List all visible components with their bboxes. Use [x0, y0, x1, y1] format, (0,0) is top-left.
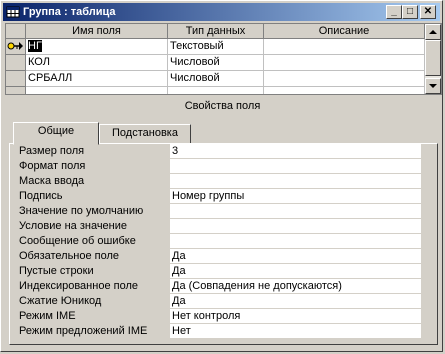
- property-row[interactable]: Режим предложений IME Нет: [19, 324, 421, 339]
- field-grid: Имя поля Тип данных Описание НГ Текстовы…: [5, 23, 442, 95]
- description-cell[interactable]: [264, 71, 425, 87]
- field-name-cell[interactable]: СРБАЛЛ: [26, 71, 168, 87]
- property-label: Режим IME: [19, 310, 76, 322]
- property-row[interactable]: Сжатие Юникод Да: [19, 294, 421, 309]
- property-label: Индексированное поле: [19, 280, 138, 292]
- title-bar[interactable]: Группа : таблица _ □ ✕: [3, 3, 440, 21]
- property-value[interactable]: [170, 219, 421, 234]
- property-label: Режим предложений IME: [19, 325, 148, 337]
- grid-header: Имя поля Тип данных Описание: [6, 24, 425, 39]
- table-row[interactable]: СРБАЛЛ Числовой: [6, 71, 425, 87]
- property-value[interactable]: Да: [170, 294, 421, 309]
- table-row[interactable]: [6, 87, 425, 94]
- column-header-data-type[interactable]: Тип данных: [168, 24, 264, 39]
- row-selector[interactable]: [6, 71, 26, 87]
- property-label: Сжатие Юникод: [19, 295, 102, 307]
- property-row[interactable]: Маска ввода: [19, 174, 421, 189]
- property-row[interactable]: Размер поля 3: [19, 144, 421, 159]
- scroll-thumb[interactable]: [425, 40, 441, 76]
- property-label: Маска ввода: [19, 175, 85, 187]
- scroll-up-button[interactable]: [425, 24, 441, 40]
- table-icon: [6, 6, 20, 18]
- property-value[interactable]: Номер группы: [170, 189, 421, 204]
- property-label: Размер поля: [19, 145, 85, 157]
- property-label: Пустые строки: [19, 265, 94, 277]
- property-row[interactable]: Условие на значение: [19, 219, 421, 234]
- data-type-cell[interactable]: Текстовый: [168, 39, 264, 55]
- maximize-button[interactable]: □: [402, 5, 418, 19]
- property-row[interactable]: Подпись Номер группы: [19, 189, 421, 204]
- tab-general[interactable]: Общие: [13, 122, 99, 145]
- field-name-value: НГ: [28, 40, 42, 52]
- property-value[interactable]: Да (Совпадения не допускаются): [170, 279, 421, 294]
- description-cell[interactable]: [264, 55, 425, 71]
- grid-vertical-scrollbar[interactable]: [425, 24, 441, 94]
- row-selector[interactable]: [6, 87, 26, 94]
- table-design-window: Группа : таблица _ □ ✕ Имя поля Тип данн…: [0, 0, 443, 352]
- table-row[interactable]: НГ Текстовый: [6, 39, 425, 55]
- data-type-cell[interactable]: Числовой: [168, 71, 264, 87]
- primary-key-icon: [7, 42, 23, 50]
- description-cell[interactable]: [264, 87, 425, 94]
- property-row[interactable]: Режим IME Нет контроля: [19, 309, 421, 324]
- field-properties-label: Свойства поля: [184, 100, 261, 112]
- field-name-cell[interactable]: [26, 87, 168, 94]
- property-label: Подпись: [19, 190, 63, 202]
- property-label: Условие на значение: [19, 220, 128, 232]
- property-value[interactable]: [170, 234, 421, 249]
- data-type-cell[interactable]: Числовой: [168, 55, 264, 71]
- property-value[interactable]: Да: [170, 249, 421, 264]
- row-selector[interactable]: [6, 39, 26, 55]
- tab-lookup[interactable]: Подстановка: [99, 124, 191, 144]
- property-row[interactable]: Обязательное поле Да: [19, 249, 421, 264]
- property-value[interactable]: [170, 159, 421, 174]
- property-value[interactable]: Нет: [170, 324, 421, 339]
- property-value[interactable]: [170, 204, 421, 219]
- property-label: Обязательное поле: [19, 250, 120, 262]
- property-row[interactable]: Пустые строки Да: [19, 264, 421, 279]
- field-name-cell[interactable]: КОЛ: [26, 55, 168, 71]
- table-row[interactable]: КОЛ Числовой: [6, 55, 425, 71]
- close-button[interactable]: ✕: [420, 5, 436, 19]
- property-row[interactable]: Формат поля: [19, 159, 421, 174]
- general-properties-panel: Размер поля 3 Формат поля Маска ввода По…: [9, 143, 438, 345]
- property-label: Значение по умолчанию: [19, 205, 144, 217]
- property-value[interactable]: Нет контроля: [170, 309, 421, 324]
- arrow-up-icon: [429, 30, 437, 34]
- property-label: Сообщение об ошибке: [19, 235, 136, 247]
- column-header-field-name[interactable]: Имя поля: [26, 24, 168, 39]
- description-cell[interactable]: [264, 39, 425, 55]
- column-header-description[interactable]: Описание: [264, 24, 425, 39]
- field-name-cell[interactable]: НГ: [26, 39, 168, 55]
- property-row[interactable]: Сообщение об ошибке: [19, 234, 421, 249]
- property-row[interactable]: Индексированное поле Да (Совпадения не д…: [19, 279, 421, 294]
- property-value[interactable]: [170, 174, 421, 189]
- data-type-cell[interactable]: [168, 87, 264, 94]
- minimize-button[interactable]: _: [386, 5, 402, 19]
- property-label: Формат поля: [19, 160, 86, 172]
- window-title: Группа : таблица: [23, 6, 116, 18]
- scroll-down-button[interactable]: [425, 78, 441, 94]
- property-value[interactable]: Да: [170, 264, 421, 279]
- property-value[interactable]: 3: [170, 144, 421, 159]
- arrow-down-icon: [429, 84, 437, 88]
- property-row[interactable]: Значение по умолчанию: [19, 204, 421, 219]
- row-selector[interactable]: [6, 55, 26, 71]
- row-selector-header: [6, 24, 26, 39]
